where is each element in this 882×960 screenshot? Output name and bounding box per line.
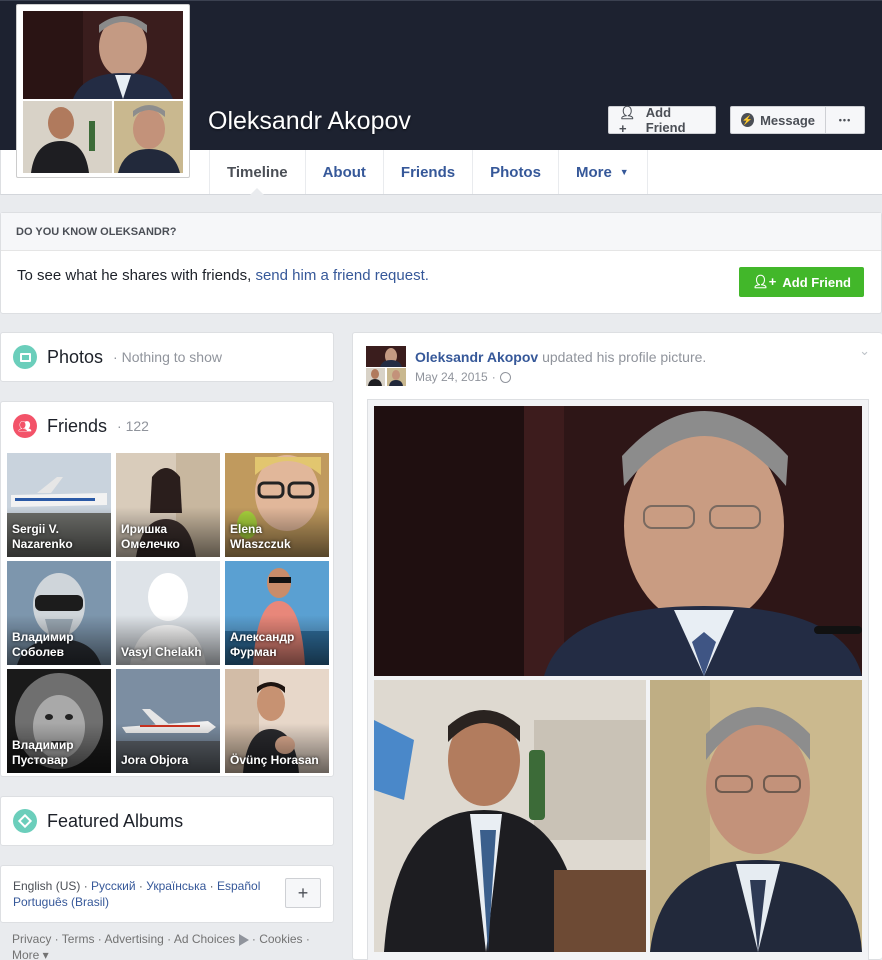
photos-icon [13,345,37,369]
friend-tile[interactable]: Александр Фурман [225,561,329,665]
photos-title[interactable]: Photos [47,347,103,368]
post-author-avatar[interactable] [366,346,406,386]
friends-icon: 👥︎ [13,414,37,438]
post-photo-top [374,406,862,676]
friend-tile[interactable]: Владимир Соболев [7,561,111,665]
messenger-icon: ⚡ [741,113,755,127]
post-date[interactable]: May 24, 2015 [415,370,488,384]
more-options-button[interactable]: ••• [826,106,865,134]
globe-icon[interactable] [499,371,511,383]
friends-title[interactable]: Friends [47,416,107,437]
separator: · [206,879,217,893]
friend-name: Jora Objora [121,753,189,767]
language-portuguese[interactable]: Português (Brasil) [13,895,109,909]
separator: · [135,879,147,893]
friend-tile[interactable]: Elena Wlaszczuk [225,453,329,557]
albums-title[interactable]: Featured Albums [47,811,183,832]
tab-photos[interactable]: Photos [473,150,559,194]
add-friend-button[interactable]: 👤︎+ Add Friend [608,104,716,136]
profile-photo-right [114,101,183,173]
ad-choices-icon [238,933,249,946]
post-photo-bottom-left [374,680,646,952]
footer-links: Privacy · Terms · Advertising · Ad Choic… [12,931,332,960]
photos-subtitle: · Nothing to show [113,349,222,365]
language-ukrainian[interactable]: Українська [146,879,206,893]
more-languages-button[interactable]: + [285,878,321,908]
profile-photo-left [23,101,112,173]
send-friend-request-link[interactable]: send him a friend request. [255,267,428,284]
friend-tile[interactable]: Sergii V. Nazarenko [7,453,111,557]
post-meta: May 24, 2015 · [415,370,511,384]
message-label: Message [760,112,815,128]
tab-label: Timeline [227,163,288,181]
prompt-text-body: To see what he shares with friends, [17,267,256,284]
language-card: English (US) · Русский · Українська · Es… [0,865,334,923]
friend-name: Владимир Пустовар [12,738,74,767]
albums-icon [13,809,37,833]
friend-name: Иришка Омелечко [121,522,180,551]
friend-name: Александр Фурман [230,630,295,659]
friend-name: Владимир Соболев [12,630,74,659]
post-photo[interactable] [367,399,869,960]
friend-name: Sergii V. Nazarenko [12,522,73,551]
friend-tile[interactable]: Övünç Horasan [225,669,329,773]
add-friend-icon: 👤︎+ [752,274,777,289]
add-friend-button-green[interactable]: 👤︎+ Add Friend [739,267,864,297]
add-friend-icon: 👤︎+ [619,104,636,136]
friend-name: Vasyl Chelakh [121,645,202,659]
tab-friends[interactable]: Friends [384,150,474,194]
add-friend-label: Add Friend [645,105,686,135]
language-russian[interactable]: Русский [91,879,136,893]
more-dots-icon: ••• [838,115,852,125]
current-language: English (US) · [13,879,92,893]
footer-link-list[interactable]: Privacy · Terms · Advertising · Ad Choic… [12,932,235,946]
timeline-post: Oleksandr Akopov updated his profile pic… [352,332,882,960]
photos-card: Photos · Nothing to show [0,332,334,382]
tab-about[interactable]: About [306,150,384,194]
friends-count: · 122 [117,418,149,434]
footer-more[interactable]: More ▾ [12,948,49,960]
post-photo-bottom-right [650,680,862,952]
profile-photo-top [23,11,183,99]
tab-label: More [575,163,612,181]
add-friend-label: Add Friend [782,274,851,290]
profile-picture[interactable] [16,4,190,178]
language-list: English (US) · Русский · Українська · Es… [13,878,278,910]
post-options-chevron-icon[interactable]: ⌄ [859,343,870,359]
separator: · [491,370,496,384]
post-header: Oleksandr Akopov updated his profile pic… [415,349,706,365]
friends-card: 👥︎ Friends · 122 Sergii V. Nazarenko Ири… [0,401,334,777]
friend-tile[interactable]: Jora Objora [116,669,220,773]
tab-label: Friends [400,163,456,181]
language-spanish[interactable]: Español [217,879,260,893]
featured-albums-card: Featured Albums [0,796,334,846]
prompt-heading: DO YOU KNOW OLEKSANDR? [1,213,881,251]
post-author-link[interactable]: Oleksandr Akopov [415,349,538,365]
friend-tile[interactable]: Иришка Омелечко [116,453,220,557]
tab-timeline[interactable]: Timeline [210,150,306,195]
friend-name: Elena Wlaszczuk [230,522,291,551]
friend-name: Övünç Horasan [230,753,319,767]
message-button[interactable]: ⚡ Message [730,106,826,134]
footer-link-cookies[interactable]: · Cookies · [249,932,310,946]
friend-tile[interactable]: Vasyl Chelakh [116,561,220,665]
friend-request-prompt: DO YOU KNOW OLEKSANDR? To see what he sh… [0,212,882,314]
tab-more[interactable]: More ▼ [559,150,648,194]
post-action: updated his profile picture. [538,349,707,365]
prompt-text: To see what he shares with friends, send… [17,267,429,284]
profile-name: Oleksandr Akopov [208,107,411,135]
friend-tile[interactable]: Владимир Пустовар [7,669,111,773]
tab-label: Photos [490,163,541,181]
tab-label: About [322,163,366,181]
caret-down-icon: ▼ [619,167,629,177]
